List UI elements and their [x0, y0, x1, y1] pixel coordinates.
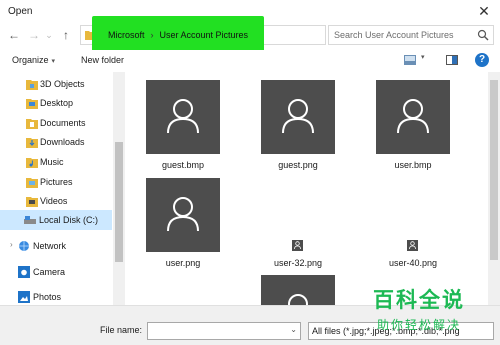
file-thumbnail[interactable] — [146, 80, 220, 154]
sidebar-item-desktop[interactable]: Desktop — [0, 93, 112, 113]
organize-label: Organize — [12, 55, 49, 65]
sidebar-item-3d-objects[interactable]: 3D Objects — [0, 74, 112, 94]
file-name-label: guest.bmp — [161, 160, 205, 170]
downloads-folder-icon — [26, 138, 38, 148]
sidebar-item-videos[interactable]: Videos — [0, 191, 112, 211]
sidebar-item-label: Network — [33, 241, 67, 251]
videos-folder-icon — [26, 197, 38, 207]
user-avatar-icon — [167, 99, 199, 134]
up-arrow-icon[interactable]: ↑ — [58, 26, 74, 44]
organize-caret-icon: ▾ — [51, 58, 56, 65]
3d-objects-icon — [26, 80, 38, 90]
file-name-label: user-40.png — [388, 258, 438, 268]
watermark-subtitle: 助你轻松解决 — [377, 318, 462, 332]
camera-icon — [18, 266, 30, 278]
file-name-label: user.png — [165, 258, 201, 268]
search-box[interactable]: Search User Account Pictures — [328, 25, 494, 45]
watermark-title: 百科全说 — [373, 288, 465, 312]
file-name-label: guest.png — [278, 160, 318, 170]
sidebar-item-label: Documents — [40, 118, 86, 128]
organize-button[interactable]: Organize ▾ — [12, 55, 55, 65]
breadcrumb-item-user-account-pictures[interactable]: User Account Pictures — [160, 30, 249, 40]
user-avatar-icon — [409, 241, 416, 249]
expand-chevron-icon[interactable]: › — [10, 240, 13, 249]
file-name-label: user-32.png — [273, 258, 323, 268]
watermark: 百科全说 助你轻松解决 — [363, 284, 495, 340]
user-avatar-icon — [294, 241, 301, 249]
back-arrow-icon[interactable]: ← — [6, 26, 22, 44]
view-options-caret-icon[interactable]: ▾ — [421, 53, 425, 61]
sidebar-item-downloads[interactable]: Downloads — [0, 132, 112, 152]
sidebar-scroll-thumb[interactable] — [115, 142, 123, 262]
new-folder-button[interactable]: New folder — [81, 55, 124, 65]
sidebar-item-pictures[interactable]: Pictures — [0, 172, 112, 192]
network-icon — [19, 241, 29, 251]
sidebar-item-music[interactable]: Music — [0, 152, 112, 172]
file-thumbnail[interactable] — [261, 80, 335, 154]
change-view-icon[interactable] — [404, 55, 416, 65]
music-folder-icon — [26, 158, 38, 168]
sidebar-item-label: Desktop — [40, 98, 74, 108]
sidebar-item-local-disk[interactable]: Local Disk (C:) — [0, 210, 112, 230]
close-icon[interactable]: ✕ — [476, 3, 492, 19]
file-thumbnail[interactable] — [146, 178, 220, 252]
window-title: Open — [8, 6, 33, 17]
sidebar-item-label: Camera — [33, 267, 66, 277]
recent-locations-caret-icon[interactable]: ⌄ — [44, 26, 54, 44]
file-name-field-label: File name: — [100, 325, 143, 335]
file-thumbnail[interactable] — [261, 275, 335, 305]
sidebar-item-label: Downloads — [40, 137, 85, 147]
drive-icon — [24, 216, 36, 224]
sidebar-item-photos[interactable]: Photos — [0, 287, 112, 305]
search-icon[interactable] — [477, 29, 489, 41]
forward-arrow-icon[interactable]: → — [26, 26, 42, 44]
file-name-label: user.bmp — [394, 160, 432, 170]
sidebar-item-label: Local Disk (C:) — [39, 215, 99, 225]
pictures-folder-icon — [26, 178, 38, 188]
file-thumbnail[interactable] — [407, 240, 418, 251]
file-thumbnail[interactable] — [376, 80, 450, 154]
navigation-pane: 3D Objects Desktop Documents Downloads M… — [0, 72, 126, 305]
file-list: guest.bmp guest.png user.bmp user.png us… — [126, 72, 488, 305]
file-name-dropdown-icon[interactable]: ⌄ — [290, 325, 297, 334]
file-name-input[interactable]: ⌄ — [147, 322, 301, 340]
sidebar-item-label: Videos — [40, 196, 68, 206]
user-avatar-icon — [167, 197, 199, 232]
breadcrumb[interactable]: Microsoft › User Account Pictures — [108, 30, 248, 40]
desktop-folder-icon — [26, 99, 38, 109]
file-list-scroll-thumb[interactable] — [490, 80, 498, 260]
help-icon[interactable]: ? — [475, 53, 489, 67]
photos-icon — [18, 291, 30, 303]
breadcrumb-separator-icon: › — [150, 30, 154, 40]
sidebar-item-documents[interactable]: Documents — [0, 113, 112, 133]
user-avatar-icon — [282, 99, 314, 134]
documents-folder-icon — [26, 119, 38, 129]
user-avatar-icon — [397, 99, 429, 134]
command-bar: Organize ▾ New folder ▾ ? — [0, 50, 500, 72]
sidebar-item-label: 3D Objects — [40, 79, 85, 89]
file-list-scrollbar[interactable] — [488, 72, 500, 305]
preview-pane-icon[interactable] — [446, 55, 458, 65]
sidebar-scrollbar[interactable] — [113, 72, 125, 305]
sidebar-item-label: Photos — [33, 292, 62, 302]
user-avatar-icon — [288, 294, 308, 305]
search-input[interactable]: Search User Account Pictures — [334, 30, 454, 40]
sidebar-item-camera[interactable]: Camera — [0, 262, 112, 282]
file-thumbnail[interactable] — [292, 240, 303, 251]
sidebar-item-label: Pictures — [40, 177, 73, 187]
breadcrumb-item-microsoft[interactable]: Microsoft — [108, 30, 145, 40]
sidebar-item-network[interactable]: › Network — [0, 236, 112, 256]
sidebar-item-label: Music — [40, 157, 64, 167]
